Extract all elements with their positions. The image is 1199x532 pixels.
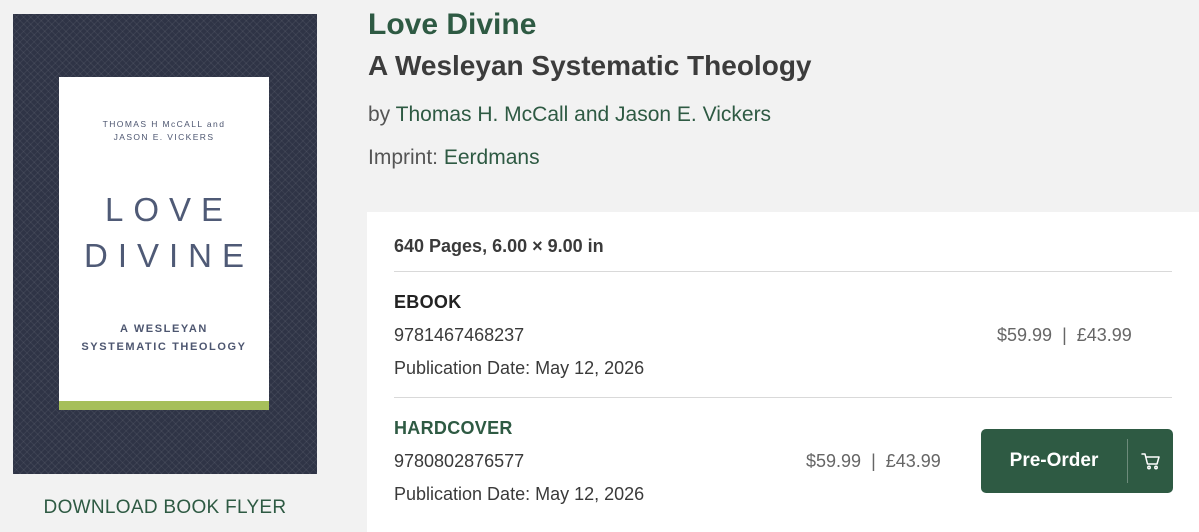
cover-subtitle-line: SYSTEMATIC THEOLOGY <box>81 341 247 353</box>
price-usd: $59.99 <box>997 325 1053 345</box>
cover-accent-band <box>59 401 269 410</box>
shopping-cart-icon <box>1128 452 1173 470</box>
pre-order-label: Pre-Order <box>1009 450 1099 471</box>
price-separator: | <box>871 451 876 471</box>
format-label-hardcover: HARDCOVER <box>394 418 513 438</box>
byline: by Thomas H. McCall and Jason E. Vickers <box>368 103 771 127</box>
book-specs: 640 Pages, 6.00 × 9.00 in <box>394 236 604 256</box>
cover-subtitle: A WESLEYAN SYSTEMATIC THEOLOGY <box>59 320 269 356</box>
download-flyer-link[interactable]: DOWNLOAD BOOK FLYER <box>13 497 317 519</box>
divider <box>394 397 1172 398</box>
cover-card: THOMAS H McCALL and JASON E. VICKERS LOV… <box>59 77 269 410</box>
pub-date-ebook: Publication Date: May 12, 2026 <box>394 358 645 378</box>
imprint-link[interactable]: Eerdmans <box>444 146 540 169</box>
book-subtitle: A Wesleyan Systematic Theology <box>368 50 812 81</box>
formats-panel: 640 Pages, 6.00 × 9.00 in EBOOK 97814674… <box>367 212 1199 532</box>
pub-date-hardcover: Publication Date: May 12, 2026 <box>394 484 645 504</box>
authors-link[interactable]: Thomas H. McCall and Jason E. Vickers <box>396 103 771 126</box>
pre-order-button[interactable]: Pre-Order <box>981 429 1173 493</box>
book-title: Love Divine <box>368 8 537 41</box>
isbn-ebook: 9781467468237 <box>394 325 525 345</box>
price-hardcover: $59.99 | £43.99 <box>806 451 941 472</box>
format-label-ebook: EBOOK <box>394 292 462 312</box>
cover-title-line: LOVE <box>104 191 234 228</box>
price-usd: $59.99 <box>806 451 862 471</box>
cover-author-line: JASON E. VICKERS <box>113 132 215 142</box>
byline-prefix: by <box>368 103 396 126</box>
divider <box>394 271 1172 272</box>
cover-title-line: DIVINE <box>83 237 255 274</box>
cover-subtitle-line: A WESLEYAN <box>120 323 208 335</box>
cover-author-line: THOMAS H McCALL and <box>102 119 226 129</box>
cover-authors: THOMAS H McCALL and JASON E. VICKERS <box>59 118 269 144</box>
price-ebook: $59.99 | £43.99 <box>997 325 1132 346</box>
book-cover-image: THOMAS H McCALL and JASON E. VICKERS LOV… <box>13 14 317 474</box>
isbn-hardcover: 9780802876577 <box>394 451 525 471</box>
price-gbp: £43.99 <box>885 451 941 471</box>
price-gbp: £43.99 <box>1076 325 1132 345</box>
imprint: Imprint: Eerdmans <box>368 146 540 170</box>
price-separator: | <box>1062 325 1067 345</box>
imprint-label: Imprint: <box>368 146 444 169</box>
